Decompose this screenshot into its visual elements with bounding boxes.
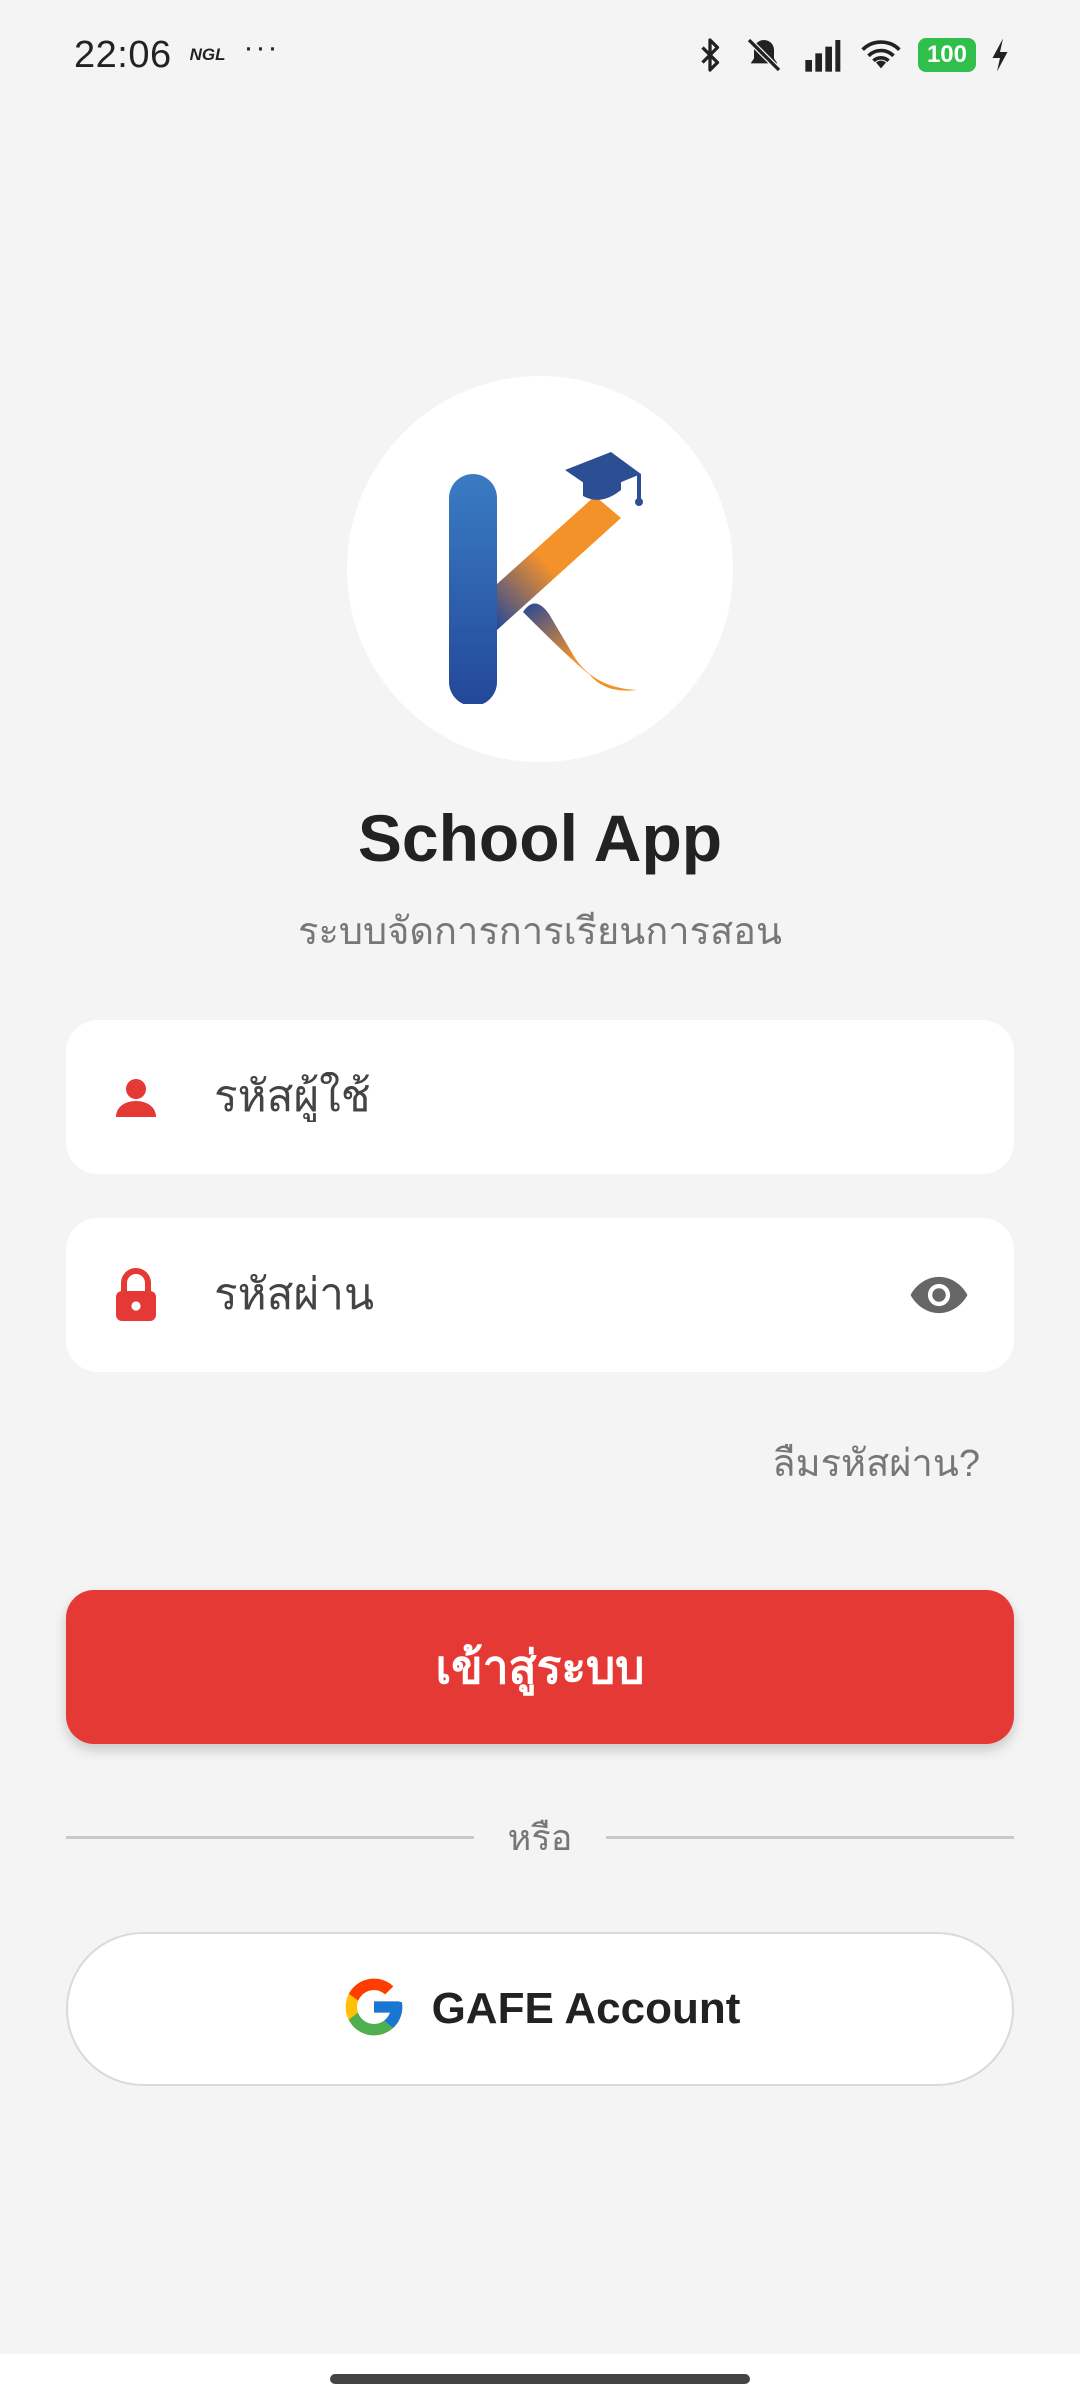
- username-field[interactable]: [66, 1020, 1014, 1174]
- app-subtitle: ระบบจัดการการเรียนการสอน: [298, 911, 782, 953]
- signal-icon: [800, 35, 844, 75]
- password-field[interactable]: [66, 1218, 1014, 1372]
- or-label: หรือ: [507, 1816, 573, 1858]
- show-password-eye-icon[interactable]: [904, 1273, 974, 1317]
- home-indicator[interactable]: [330, 2374, 750, 2384]
- battery-indicator: 100: [917, 38, 976, 72]
- google-g-icon: [340, 1973, 408, 2046]
- carrier-tag: NGL: [189, 45, 226, 64]
- password-input[interactable]: [214, 1270, 904, 1320]
- app-title: School App: [357, 801, 723, 875]
- app-logo: [347, 376, 733, 762]
- k-graduation-cap-logo-icon: [449, 452, 643, 704]
- login-button[interactable]: เข้าสู่ระบบ: [66, 1590, 1014, 1744]
- status-right: 100: [692, 35, 1010, 75]
- gafe-account-label: GAFE Account: [431, 1984, 741, 2033]
- status-time: 22:06: [74, 33, 172, 76]
- divider-line-left: [66, 1835, 474, 1839]
- charging-icon: [990, 37, 1010, 73]
- person-icon: [106, 1073, 166, 1121]
- more-notifications-icon: ···: [243, 31, 280, 64]
- wifi-icon: [858, 35, 904, 75]
- divider-line-right: [606, 1835, 1014, 1839]
- mute-icon: [742, 35, 786, 75]
- gafe-account-button[interactable]: GAFE Account: [66, 1932, 1014, 2086]
- or-divider: หรือ: [66, 1812, 1014, 1862]
- username-input[interactable]: [214, 1072, 974, 1122]
- forgot-password-link[interactable]: ลืมรหัสผ่าน?: [772, 1432, 980, 1493]
- lock-icon: [106, 1266, 166, 1324]
- status-left: 22:06 NGL ···: [74, 31, 280, 77]
- status-bar: 22:06 NGL ··· 100: [0, 0, 1080, 110]
- bluetooth-icon: [692, 35, 728, 75]
